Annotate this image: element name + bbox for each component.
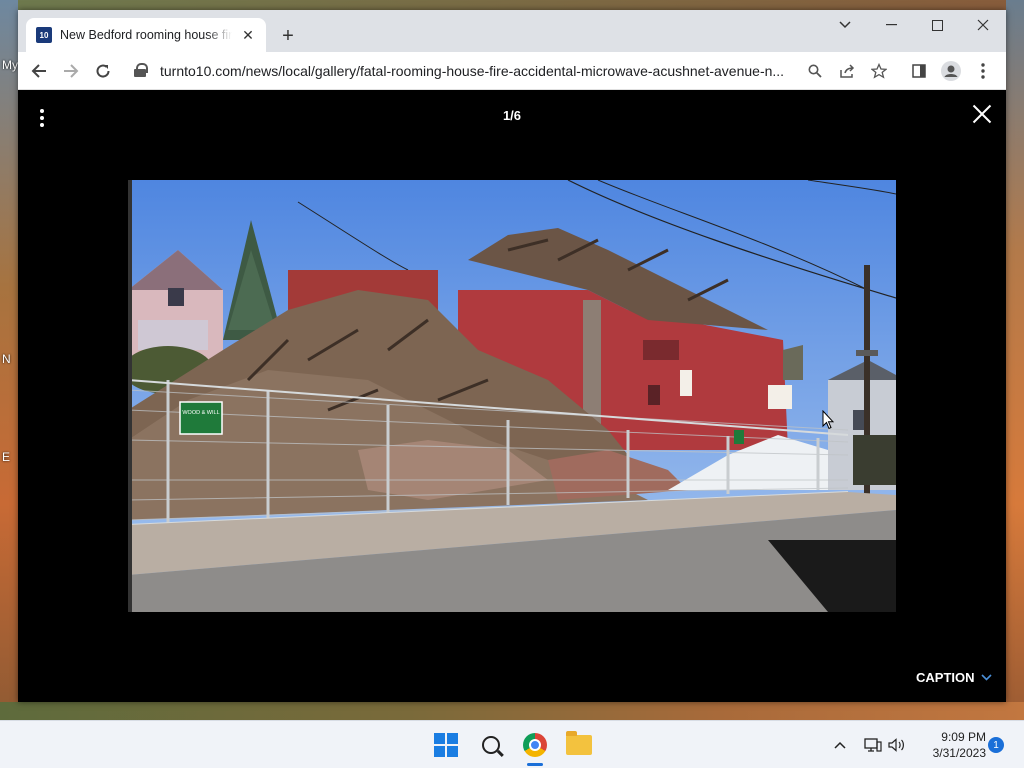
taskbar-search-button[interactable] (475, 729, 507, 761)
chrome-icon (523, 733, 547, 757)
tab-search-chevron-icon[interactable] (822, 10, 868, 40)
desktop-wallpaper-right (1006, 0, 1024, 720)
reload-button[interactable] (88, 56, 118, 86)
taskbar-file-explorer-button[interactable] (563, 729, 595, 761)
photo-gallery-overlay: 1/6 WOOD & WILL CAPTION (18, 90, 1006, 702)
taskbar-chrome-button[interactable] (519, 729, 551, 761)
caption-label: CAPTION (916, 670, 975, 685)
address-bar[interactable]: turnto10.com/news/local/gallery/fatal-ro… (128, 56, 896, 86)
desktop-icon-label[interactable]: N (2, 352, 11, 366)
caption-toggle-button[interactable]: CAPTION (916, 670, 992, 685)
gallery-photo[interactable]: WOOD & WILL (128, 180, 896, 612)
clock-time: 9:09 PM (941, 730, 986, 744)
url-text[interactable]: turnto10.com/news/local/gallery/fatal-ro… (160, 63, 810, 79)
back-button[interactable] (24, 56, 54, 86)
browser-toolbar: turnto10.com/news/local/gallery/fatal-ro… (18, 52, 1006, 90)
desktop-icon-label[interactable]: E (2, 450, 10, 464)
lock-icon[interactable] (134, 63, 148, 77)
side-panel-icon[interactable] (904, 56, 934, 86)
browser-menu-kebab-icon[interactable] (968, 56, 998, 86)
minimize-button[interactable] (868, 10, 914, 40)
zoom-icon[interactable] (802, 58, 828, 84)
taskbar: 9:09 PM 3/31/2023 1 (0, 720, 1024, 768)
system-clock[interactable]: 9:09 PM 3/31/2023 (916, 729, 986, 761)
sign-text: WOOD & WILL (182, 410, 219, 416)
tab-title: New Bedford rooming house fire (60, 28, 232, 42)
new-tab-button[interactable]: + (276, 24, 300, 48)
tab-close-icon[interactable]: ✕ (240, 27, 256, 43)
volume-icon[interactable] (886, 721, 908, 768)
search-icon (482, 736, 500, 754)
start-button[interactable] (430, 729, 462, 761)
browser-window: 10 New Bedford rooming house fire ✕ + tu… (18, 10, 1006, 702)
mouse-pointer-icon (822, 409, 835, 430)
maximize-button[interactable] (914, 10, 960, 40)
network-icon[interactable] (862, 721, 884, 768)
clock-date: 3/31/2023 (932, 746, 986, 760)
active-app-indicator (527, 763, 543, 766)
share-icon[interactable] (834, 58, 860, 84)
gallery-close-icon[interactable] (970, 102, 994, 126)
gallery-counter: 1/6 (502, 108, 522, 123)
folder-icon (566, 731, 592, 755)
tab-strip: 10 New Bedford rooming house fire ✕ + (18, 10, 1006, 52)
tray-overflow-chevron-icon[interactable] (830, 721, 850, 768)
site-favicon: 10 (36, 27, 52, 43)
notification-badge[interactable]: 1 (988, 737, 1004, 753)
windows-logo-icon (434, 733, 458, 757)
desktop-wallpaper-bottom (0, 702, 1024, 720)
desktop-icon-label[interactable]: My (2, 58, 18, 72)
profile-icon[interactable] (936, 56, 966, 86)
bookmark-star-icon[interactable] (866, 58, 892, 84)
fire-ruins-photo: WOOD & WILL (128, 180, 896, 612)
browser-tab[interactable]: 10 New Bedford rooming house fire ✕ (26, 18, 266, 52)
forward-button[interactable] (56, 56, 86, 86)
chevron-down-icon (980, 672, 992, 684)
window-close-button[interactable] (960, 10, 1006, 40)
